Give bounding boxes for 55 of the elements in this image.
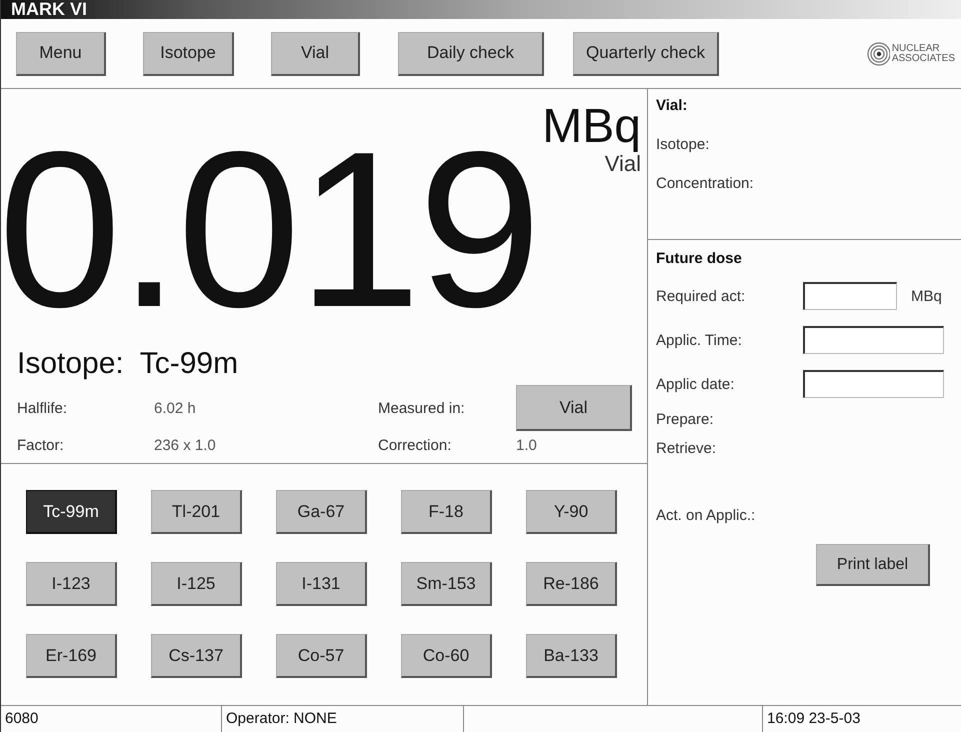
nuclide-button[interactable]: Y-90 — [526, 490, 617, 534]
measured-in-label: Measured in: — [378, 400, 466, 416]
nuclide-button[interactable]: Cs-137 — [151, 634, 242, 678]
logo-text: NUCLEAR — [892, 44, 941, 54]
status-cell: Operator: NONE — [221, 706, 463, 732]
factor-value: 236 x 1.0 — [154, 437, 217, 454]
nuclide-button[interactable]: Er-169 — [26, 634, 117, 678]
nuclide-button[interactable]: Ba-133 — [526, 634, 617, 678]
vial-button[interactable]: Vial — [516, 385, 632, 431]
toolbar-button[interactable]: Menu — [16, 32, 106, 76]
unit-label: MBq — [542, 103, 641, 151]
toolbar-button[interactable]: Isotope — [143, 32, 234, 76]
window-title: MARK VI — [11, 0, 87, 20]
vial-heading: Vial: — [656, 97, 688, 114]
schedule-label: Prepare: — [656, 411, 715, 428]
input-field[interactable] — [803, 370, 944, 398]
nuclide-button[interactable]: F-18 — [401, 490, 492, 534]
schedule-label: Retrieve: — [656, 440, 718, 457]
spiral-logo-icon — [866, 40, 890, 66]
vial-info-label: Isotope: — [656, 136, 710, 153]
halflife-label: Halflife: — [17, 400, 68, 416]
unit-label: MBq — [911, 288, 942, 304]
nuclide-button[interactable]: Co-60 — [401, 634, 492, 678]
toolbar-button[interactable]: Quarterly check — [573, 32, 719, 76]
nuclide-button[interactable]: Tc-99m — [26, 490, 117, 534]
field-label: Applic. Time: — [656, 332, 743, 348]
input-field[interactable] — [803, 282, 897, 310]
correction-label: Correction: — [378, 437, 452, 454]
nuclide-button[interactable]: I-123 — [26, 562, 117, 606]
logo-text: ASSOCIATES — [892, 54, 955, 64]
isotope-name: Tc-99m — [140, 347, 238, 381]
nuclide-button[interactable]: Re-186 — [526, 562, 617, 606]
toolbar-button[interactable]: Vial — [271, 32, 360, 76]
future-dose-heading: Future dose — [656, 250, 743, 267]
status-cell-text: 6080 — [4, 709, 40, 729]
nuclide-button[interactable]: Ga-67 — [276, 490, 367, 534]
field-label: Required act: — [656, 288, 746, 304]
nuclide-button[interactable]: Co-57 — [276, 634, 367, 678]
print-label-button[interactable]: Print label — [816, 544, 930, 586]
status-clock: 16:09 23-5-03 — [762, 706, 961, 732]
field-label: Applic date: — [656, 376, 736, 392]
input-field[interactable] — [803, 326, 944, 354]
nuclide-button[interactable]: Tl-201 — [151, 490, 242, 534]
halflife-value: 6.02 h — [154, 400, 197, 416]
factor-label: Factor: — [17, 437, 65, 454]
toolbar-button[interactable]: Daily check — [398, 32, 544, 76]
measured-label: Vial — [604, 151, 641, 177]
correction-value: 1.0 — [516, 437, 538, 454]
activity-label: Act. on Applic.: — [656, 507, 756, 524]
nuclide-button[interactable]: I-125 — [151, 562, 242, 606]
nuclide-button[interactable]: I-131 — [276, 562, 367, 606]
isotope-label: Isotope: — [17, 347, 124, 381]
vial-info-label: Concentration: — [656, 175, 755, 192]
nuclide-button[interactable]: Sm-153 — [401, 562, 492, 606]
activity-reading: 0.019 — [1, 119, 539, 341]
